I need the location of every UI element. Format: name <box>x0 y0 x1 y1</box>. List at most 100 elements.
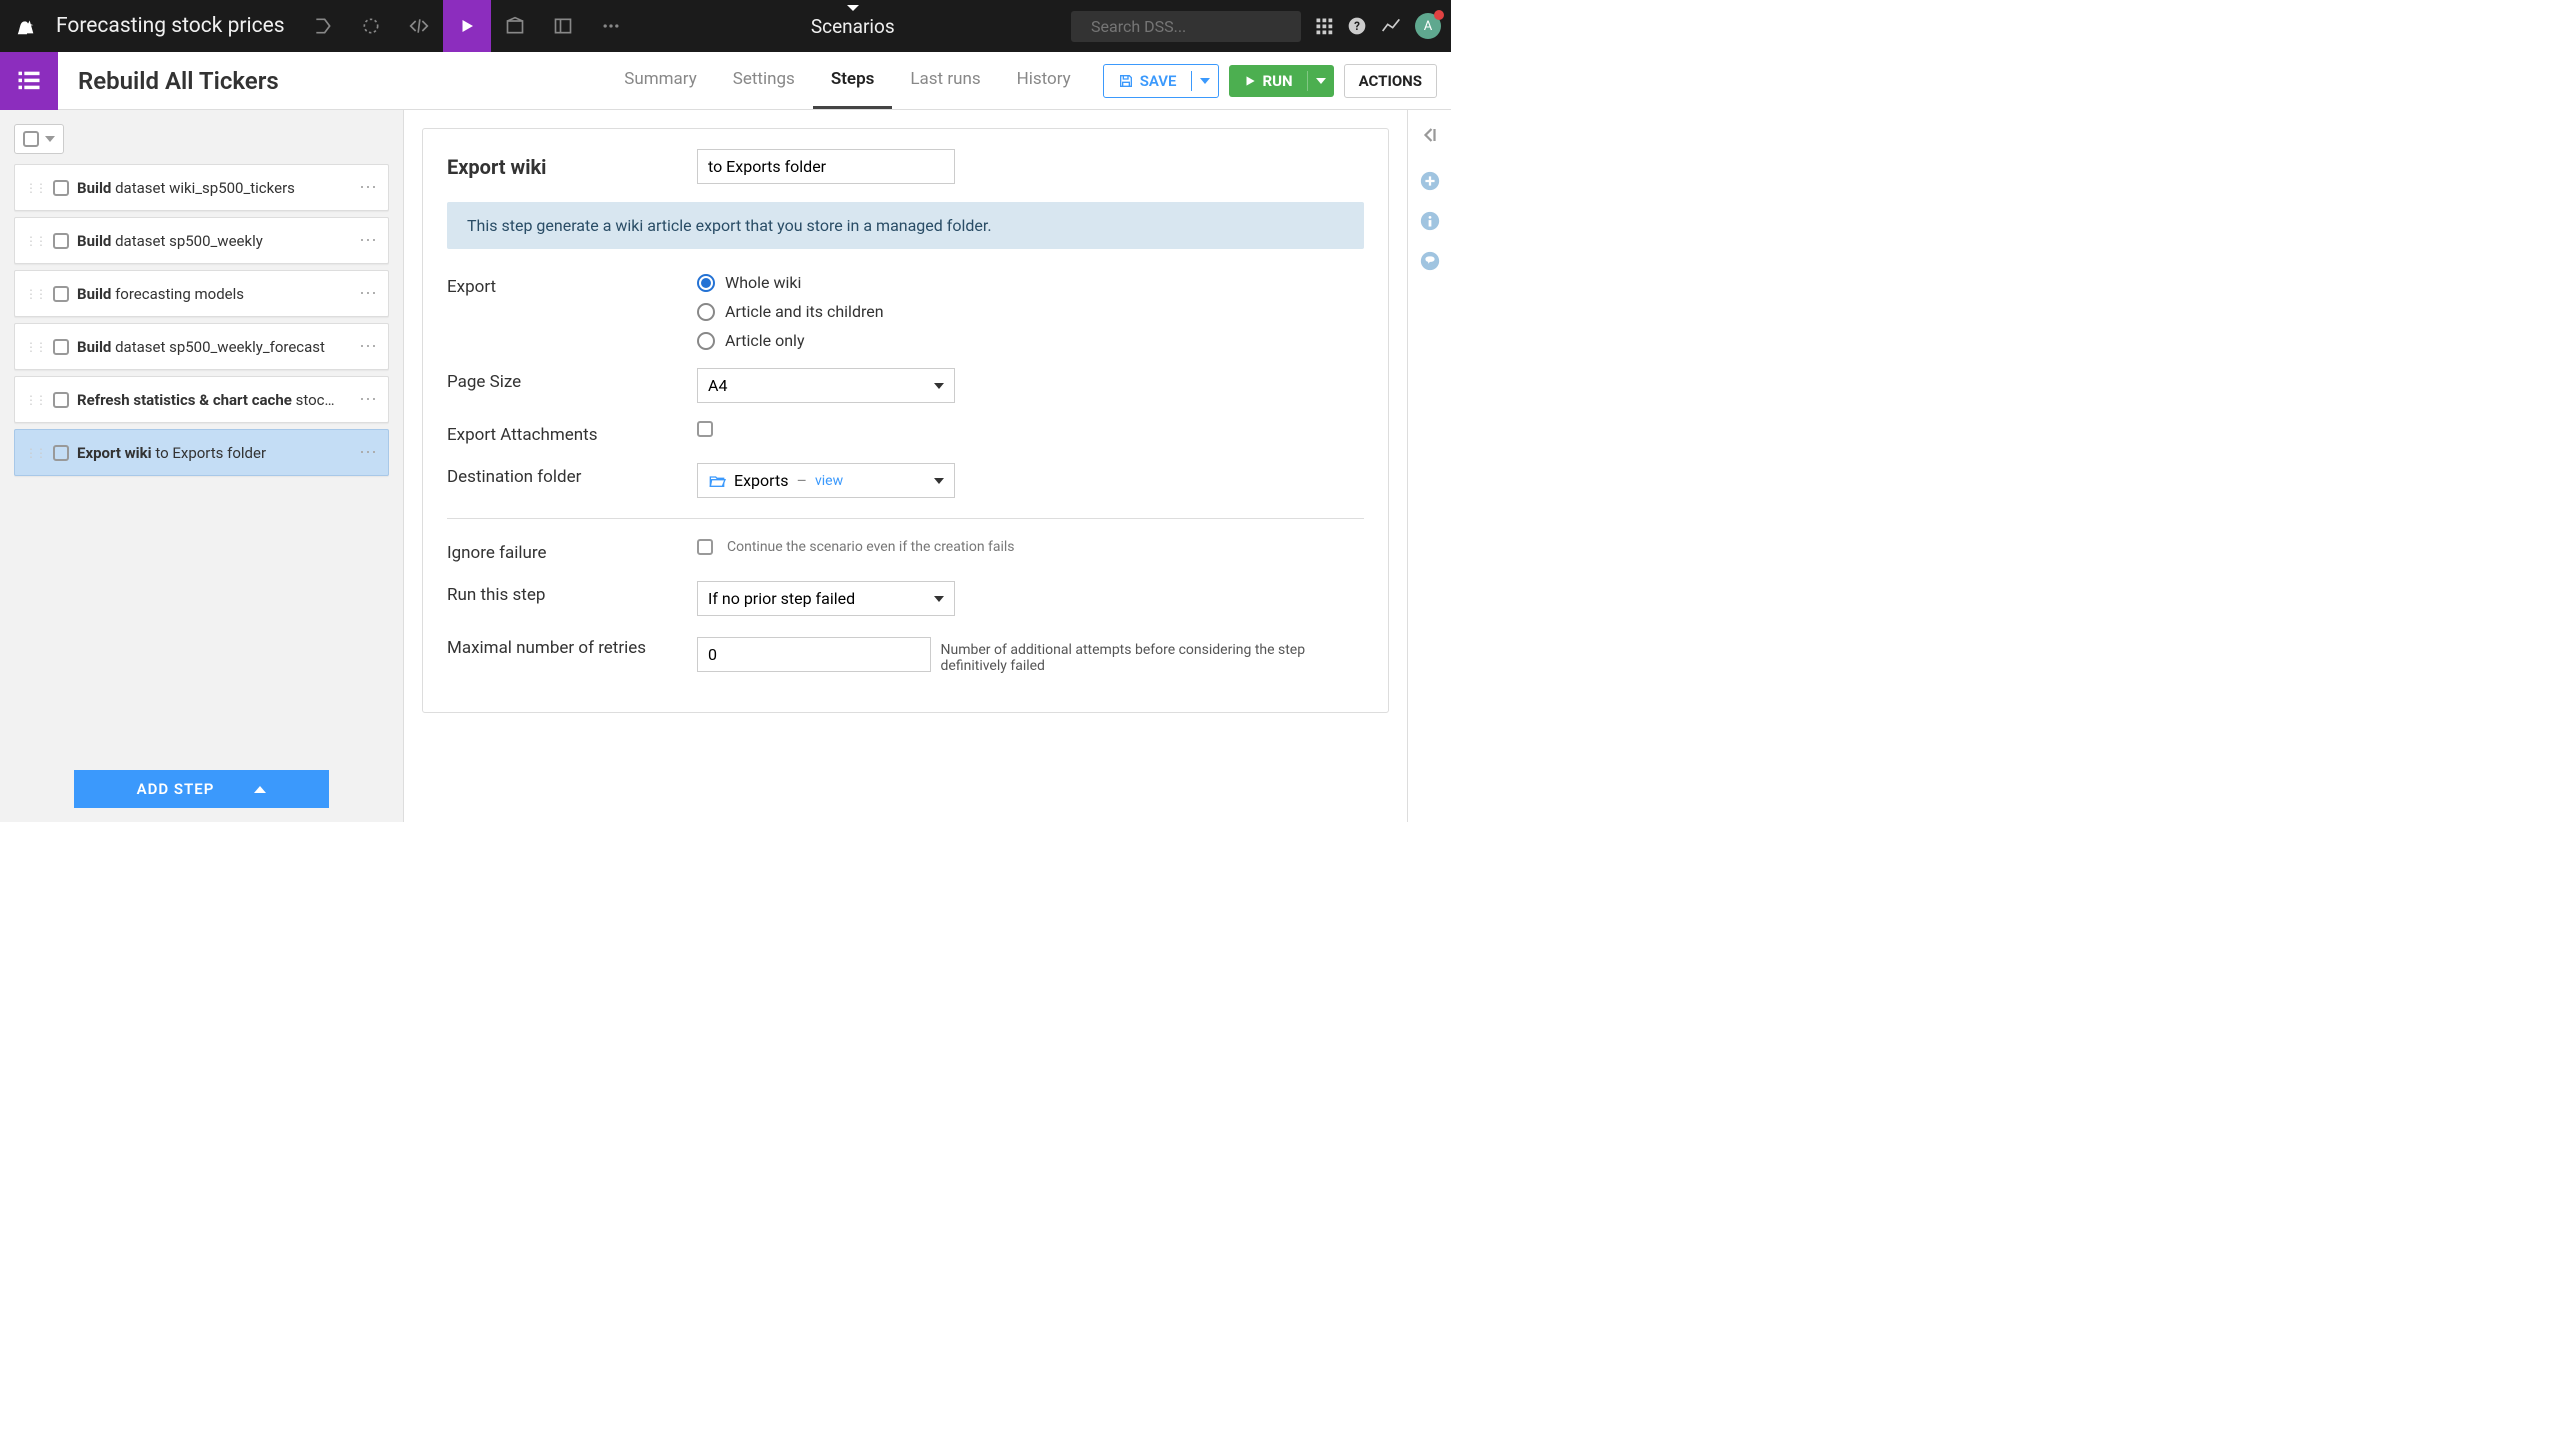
retries-input[interactable] <box>697 637 931 672</box>
step-checkbox[interactable] <box>53 392 69 408</box>
svg-text:?: ? <box>1354 19 1360 33</box>
step-label: Build forecasting models <box>77 285 351 303</box>
step-item[interactable]: ⋮⋮ Refresh statistics & chart cache stoc… <box>14 376 389 423</box>
drag-handle-icon[interactable]: ⋮⋮ <box>25 446 45 460</box>
step-more-icon[interactable]: ⋯ <box>359 177 378 198</box>
wiki-icon[interactable] <box>539 0 587 52</box>
retries-hint: Number of additional attempts before con… <box>931 634 1364 674</box>
export-radio-group: Whole wiki Article and its children Arti… <box>697 273 1364 350</box>
step-item[interactable]: ⋮⋮ Export wiki to Exports folder ⋯ <box>14 429 389 476</box>
step-more-icon[interactable]: ⋯ <box>359 336 378 357</box>
step-more-icon[interactable]: ⋯ <box>359 442 378 463</box>
form-row-export: Export Whole wiki Article and its childr… <box>447 273 1364 350</box>
select-all-checkbox[interactable] <box>23 131 39 147</box>
panel-head: Export wiki <box>447 149 1364 184</box>
run-step-value: If no prior step failed <box>708 589 855 608</box>
radio-article-children[interactable]: Article and its children <box>697 302 1364 321</box>
radio-whole-wiki[interactable]: Whole wiki <box>697 273 1364 292</box>
add-step-button[interactable]: ADD STEP <box>74 770 329 808</box>
step-more-icon[interactable]: ⋯ <box>359 283 378 304</box>
ignore-failure-label: Ignore failure <box>447 539 697 563</box>
form-row-destination: Destination folder Exports – view <box>447 463 1364 498</box>
subheader: Rebuild All Tickers Summary Settings Ste… <box>0 52 1451 110</box>
info-rail-icon[interactable] <box>1419 210 1441 232</box>
code-icon[interactable] <box>395 0 443 52</box>
more-icon[interactable] <box>587 0 635 52</box>
run-dropdown[interactable] <box>1307 71 1334 91</box>
flow-icon[interactable] <box>299 0 347 52</box>
tab-settings[interactable]: Settings <box>715 52 813 109</box>
radio-icon <box>697 274 715 292</box>
topbar-center: Scenarios <box>635 15 1071 38</box>
step-label: Build dataset sp500_weekly_forecast <box>77 338 351 356</box>
tab-history[interactable]: History <box>999 52 1089 109</box>
help-icon[interactable]: ? <box>1347 16 1367 36</box>
ignore-failure-checkbox[interactable] <box>697 539 713 555</box>
step-label: Refresh statistics & chart cache stoc… <box>77 391 351 409</box>
logo-icon[interactable] <box>0 15 52 37</box>
step-item[interactable]: ⋮⋮ Build dataset sp500_weekly ⋯ <box>14 217 389 264</box>
step-item[interactable]: ⋮⋮ Build dataset wiki_sp500_tickers ⋯ <box>14 164 389 211</box>
drag-handle-icon[interactable]: ⋮⋮ <box>25 340 45 354</box>
tab-steps[interactable]: Steps <box>813 52 893 109</box>
form-row-ignore: Ignore failure Continue the scenario eve… <box>447 539 1364 563</box>
step-more-icon[interactable]: ⋯ <box>359 230 378 251</box>
step-name-input[interactable] <box>697 149 955 184</box>
destination-view-link[interactable]: view <box>815 473 843 489</box>
divider <box>447 518 1364 519</box>
topbar-right: ? A <box>1315 13 1451 39</box>
breadcrumb-scenarios[interactable]: Scenarios <box>811 15 895 38</box>
save-dropdown[interactable] <box>1191 71 1218 91</box>
add-rail-icon[interactable] <box>1419 170 1441 192</box>
tab-summary[interactable]: Summary <box>606 52 714 109</box>
drag-handle-icon[interactable]: ⋮⋮ <box>25 181 45 195</box>
caret-down-icon <box>934 383 944 389</box>
chevron-up-icon <box>254 786 266 793</box>
activity-icon[interactable] <box>1381 16 1401 36</box>
tab-last-runs[interactable]: Last runs <box>892 52 998 109</box>
scenarios-icon[interactable] <box>443 0 491 52</box>
step-checkbox[interactable] <box>53 445 69 461</box>
caret-down-icon <box>934 478 944 484</box>
save-button[interactable]: SAVE <box>1103 64 1219 98</box>
retries-label: Maximal number of retries <box>447 634 697 658</box>
drag-handle-icon[interactable]: ⋮⋮ <box>25 234 45 248</box>
select-all-caret-icon <box>45 136 55 142</box>
step-more-icon[interactable]: ⋯ <box>359 389 378 410</box>
info-box: This step generate a wiki article export… <box>447 202 1364 249</box>
select-all[interactable] <box>14 124 64 154</box>
steps-list-icon[interactable] <box>0 52 58 110</box>
step-checkbox[interactable] <box>53 339 69 355</box>
drag-handle-icon[interactable]: ⋮⋮ <box>25 393 45 407</box>
form-row-attachments: Export Attachments <box>447 421 1364 445</box>
avatar[interactable]: A <box>1415 13 1441 39</box>
search-box[interactable] <box>1071 11 1301 42</box>
attachments-checkbox[interactable] <box>697 421 713 437</box>
radio-article-only[interactable]: Article only <box>697 331 1364 350</box>
form-row-run-step: Run this step If no prior step failed <box>447 581 1364 616</box>
destination-select[interactable]: Exports – view <box>697 463 955 498</box>
run-step-select[interactable]: If no prior step failed <box>697 581 955 616</box>
chat-rail-icon[interactable] <box>1419 250 1441 272</box>
topbar-nav-icons <box>299 0 635 52</box>
project-title[interactable]: Forecasting stock prices <box>52 14 299 38</box>
drag-handle-icon[interactable]: ⋮⋮ <box>25 287 45 301</box>
step-item[interactable]: ⋮⋮ Build dataset sp500_weekly_forecast ⋯ <box>14 323 389 370</box>
dashboards-icon[interactable] <box>491 0 539 52</box>
right-rail <box>1407 110 1451 822</box>
form-row-retries: Maximal number of retries Number of addi… <box>447 634 1364 674</box>
jobs-icon[interactable] <box>347 0 395 52</box>
actions-button[interactable]: ACTIONS <box>1344 64 1437 98</box>
step-item[interactable]: ⋮⋮ Build forecasting models ⋯ <box>14 270 389 317</box>
apps-icon[interactable] <box>1315 17 1333 35</box>
step-checkbox[interactable] <box>53 180 69 196</box>
run-button[interactable]: RUN <box>1229 65 1334 97</box>
page-size-select[interactable]: A4 <box>697 368 955 403</box>
collapse-rail-icon[interactable] <box>1421 126 1439 144</box>
export-label: Export <box>447 273 697 297</box>
step-checkbox[interactable] <box>53 233 69 249</box>
search-input[interactable] <box>1091 17 1294 36</box>
save-icon <box>1118 73 1134 89</box>
topbar: Forecasting stock prices Scenarios ? A <box>0 0 1451 52</box>
step-checkbox[interactable] <box>53 286 69 302</box>
